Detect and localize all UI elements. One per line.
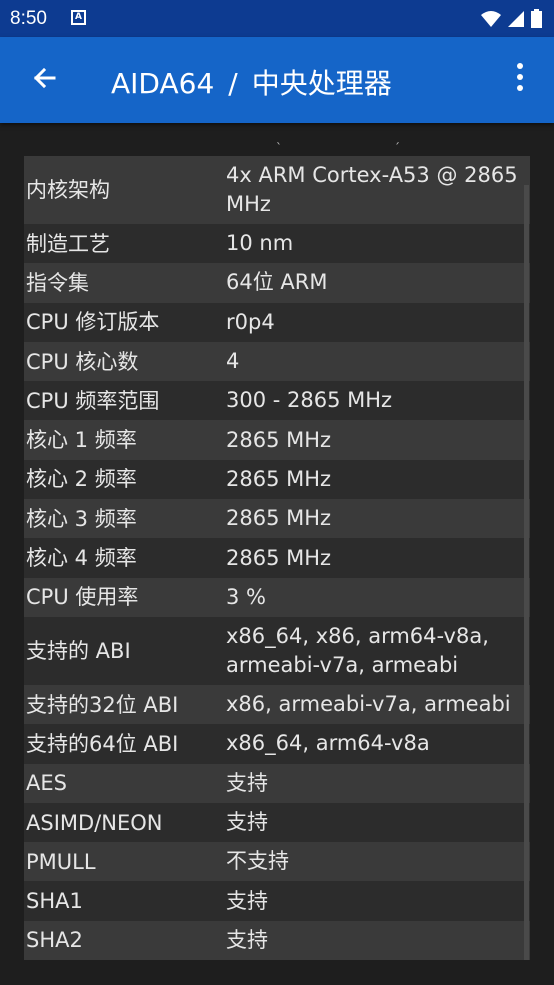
info-value: x86, armeabi-v7a, armeabi [226, 692, 511, 717]
info-value: 不支持 [226, 849, 289, 874]
section-name: 中央处理器 [251, 67, 392, 100]
info-label: CPU 核心数 [26, 349, 139, 374]
info-label: 支持的32位 ABI [26, 692, 179, 717]
info-label: PMULL [26, 849, 96, 874]
info-row[interactable]: 支持的64位 ABI x86_64, arm64-v8a [24, 724, 530, 764]
info-row[interactable]: CPU 使用率 3 % [24, 577, 530, 617]
info-row[interactable]: CPU 修订版本 r0p4 [24, 302, 530, 342]
scrollbar[interactable] [524, 185, 529, 960]
info-label: SHA2 [26, 928, 83, 953]
info-row[interactable]: 支持的 ABI x86_64, x86, arm64-v8a, armeabi-v… [24, 616, 530, 685]
cpu-info-table: 内核架构 4x ARM Cortex-A53 @ 2865 MHz 制造工艺 10 n… [24, 156, 530, 961]
info-row[interactable]: PMULL 不支持 [24, 842, 530, 882]
info-label: 核心 2 频率 [26, 467, 137, 492]
info-label: 制造工艺 [26, 231, 110, 256]
info-row[interactable]: CPU 频率范围 300 - 2865 MHz [24, 381, 530, 421]
collapsed-header-mark: ˊ [394, 141, 400, 155]
info-row[interactable]: SHA1 支持 [24, 881, 530, 921]
notification-icon: A [71, 10, 86, 25]
info-value: 2865 MHz [226, 466, 332, 491]
info-row[interactable]: AES 支持 [24, 763, 530, 803]
info-row[interactable]: ASIMD/NEON 支持 [24, 802, 530, 843]
collapsed-header-mark: ˋ [276, 141, 282, 155]
info-value: 支持 [226, 888, 268, 913]
info-label: 指令集 [26, 270, 89, 295]
info-value: 支持 [226, 810, 268, 834]
status-time: 8:50 [10, 8, 47, 29]
info-label: 支持的 ABI [26, 638, 131, 663]
info-row[interactable]: 核心 3 频率 2865 MHz [24, 499, 530, 539]
info-row[interactable]: 支持的32位 ABI x86, armeabi-v7a, armeabi [24, 684, 530, 725]
page-title: AIDA64 / 中央处理器 [111, 62, 392, 102]
info-value: 2865 MHz [226, 427, 332, 452]
info-row[interactable]: CPU 核心数 4 [24, 341, 530, 382]
info-value: 300 - 2865 MHz [226, 388, 393, 413]
info-row[interactable]: 内核架构 4x ARM Cortex-A53 @ 2865 MHz [24, 156, 530, 224]
info-value: x86_64, arm64-v8a [226, 731, 430, 756]
info-row[interactable]: 核心 4 频率 2865 MHz [24, 538, 530, 578]
info-value: 2865 MHz [226, 506, 332, 531]
info-value: 4 [226, 349, 240, 374]
info-label: AES [26, 771, 67, 796]
signal-icon [508, 10, 524, 27]
info-value: 3 % [226, 584, 266, 609]
info-label: 核心 4 频率 [26, 546, 137, 571]
info-row[interactable]: 制造工艺 10 nm [24, 224, 530, 264]
info-value: 4x ARM Cortex-A53 @ 2865 MHz [226, 163, 518, 216]
info-label: ASIMD/NEON [26, 810, 163, 835]
info-label: SHA1 [26, 889, 83, 914]
info-label: CPU 频率范围 [26, 388, 160, 413]
info-value: 支持 [226, 927, 268, 952]
status-icons [481, 9, 542, 28]
info-row[interactable]: 核心 1 频率 2865 MHz [24, 420, 530, 460]
info-value: 支持 [226, 770, 268, 795]
content-area[interactable]: ˋ ˊ 内核架构 4x ARM Cortex-A53 @ 2865 MHz 制造工艺… [0, 123, 554, 985]
info-label: CPU 修订版本 [26, 310, 160, 335]
info-value: 64位 ARM [226, 270, 328, 295]
info-row[interactable]: SHA2 支持 [24, 920, 530, 961]
info-value: 2865 MHz [226, 545, 332, 570]
info-label: 核心 1 频率 [26, 428, 137, 453]
status-bar: 8:50 A [0, 0, 554, 37]
info-label: 支持的64位 ABI [26, 731, 179, 756]
info-label: 核心 3 频率 [26, 506, 137, 531]
info-label: 内核架构 [26, 178, 110, 202]
app-name: AIDA64 [111, 67, 215, 100]
info-label: CPU 使用率 [26, 585, 139, 610]
info-value: x86_64, x86, arm64-v8a, armeabi-v7a, arm… [226, 623, 489, 677]
info-value: r0p4 [226, 309, 275, 334]
more-options-icon[interactable] [509, 63, 531, 97]
title-separator: / [228, 67, 238, 100]
info-value: 10 nm [226, 231, 294, 256]
info-row[interactable]: 核心 2 频率 2865 MHz [24, 459, 530, 500]
wifi-icon [481, 10, 501, 27]
back-arrow-icon[interactable] [26, 61, 62, 97]
battery-icon [531, 9, 542, 28]
app-bar: AIDA64 / 中央处理器 [0, 37, 554, 123]
info-row[interactable]: 指令集 64位 ARM [24, 263, 530, 303]
